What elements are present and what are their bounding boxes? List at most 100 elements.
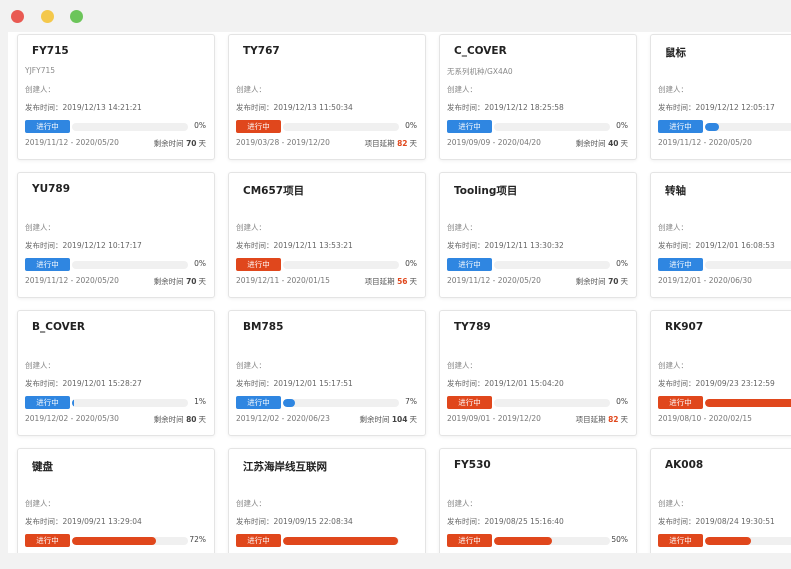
- remaining-label: 项目延期: [364, 277, 395, 286]
- published-row: 发布时间：2019/12/01 15:17:51: [236, 378, 353, 389]
- progress-track: [494, 399, 610, 407]
- project-title: C_COVER: [454, 45, 507, 57]
- published-label: 发布时间：: [447, 517, 485, 526]
- project-title: CM657项目: [243, 185, 305, 197]
- project-period: 2019/11/12 - 2020/05/20: [25, 276, 119, 285]
- creator-label: 创建人：: [25, 85, 55, 94]
- project-card[interactable]: TY789 创建人： 发布时间：2019/12/01 15:04:20 进行中 …: [439, 310, 637, 436]
- progress-track: [705, 399, 791, 407]
- project-card[interactable]: 鼠标 创建人： 发布时间：2019/12/12 12:05:17 进行中 201…: [650, 34, 791, 160]
- project-card[interactable]: TY767 创建人： 发布时间：2019/12/13 11:50:34 进行中 …: [228, 34, 426, 160]
- creator-label: 创建人：: [447, 499, 477, 508]
- remaining-days: 82: [608, 415, 619, 424]
- creator-label: 创建人：: [25, 361, 55, 370]
- project-card[interactable]: AK008 创建人： 发布时间：2019/08/24 19:30:51 进行中: [650, 448, 791, 553]
- project-title: B_COVER: [32, 321, 85, 333]
- remaining-info: 剩余时间 104 天: [359, 414, 417, 425]
- creator-label: 创建人：: [236, 223, 266, 232]
- status-badge: 进行中: [25, 258, 70, 271]
- remaining-label: 剩余时间: [153, 139, 184, 148]
- project-title: FY715: [32, 45, 69, 57]
- published-time: 2019/12/01 15:28:27: [62, 379, 142, 388]
- status-badge: 进行中: [236, 120, 281, 133]
- project-card[interactable]: FY530 创建人： 发布时间：2019/08/25 15:16:40 进行中 …: [439, 448, 637, 553]
- project-card[interactable]: 转轴 创建人： 发布时间：2019/12/01 16:08:53 进行中 201…: [650, 172, 791, 298]
- status-badge: 进行中: [236, 396, 281, 409]
- project-period: 2019/03/28 - 2019/12/20: [236, 138, 330, 147]
- progress-track: [283, 261, 399, 269]
- published-label: 发布时间：: [25, 517, 63, 526]
- progress-percent: 50%: [611, 535, 628, 544]
- progress-fill: [72, 399, 74, 407]
- project-card[interactable]: 键盘 创建人： 发布时间：2019/09/21 13:29:04 进行中 72%: [17, 448, 215, 553]
- progress-fill: [283, 399, 295, 407]
- status-badge: 进行中: [447, 258, 492, 271]
- progress-track: [494, 537, 610, 545]
- status-badge: 进行中: [658, 396, 703, 409]
- project-card[interactable]: FY715 YJFY715 创建人： 发布时间：2019/12/13 14:21…: [17, 34, 215, 160]
- published-label: 发布时间：: [25, 103, 63, 112]
- project-card[interactable]: B_COVER 创建人： 发布时间：2019/12/01 15:28:27 进行…: [17, 310, 215, 436]
- project-title: 鼠标: [665, 47, 686, 59]
- creator-label: 创建人：: [447, 361, 477, 370]
- project-card[interactable]: RK907 创建人： 发布时间：2019/09/23 23:12:59 进行中 …: [650, 310, 791, 436]
- progress-track: [72, 399, 188, 407]
- project-period: 2019/12/01 - 2020/06/30: [658, 276, 752, 285]
- published-label: 发布时间：: [658, 517, 696, 526]
- published-time: 2019/12/12 18:25:58: [484, 103, 564, 112]
- remaining-info: 项目延期 56 天: [365, 276, 417, 287]
- remaining-info: 项目延期 82 天: [576, 414, 628, 425]
- published-row: 发布时间：2019/12/12 18:25:58: [447, 102, 564, 113]
- progress-track: [72, 537, 188, 545]
- project-title: 江苏海岸线互联网: [243, 461, 327, 473]
- status-badge: 进行中: [447, 396, 492, 409]
- project-card[interactable]: YU789 创建人： 发布时间：2019/12/12 10:17:17 进行中 …: [17, 172, 215, 298]
- published-label: 发布时间：: [447, 379, 485, 388]
- maximize-window-button[interactable]: [70, 10, 83, 23]
- remaining-days: 70: [186, 139, 197, 148]
- project-card[interactable]: CM657项目 创建人： 发布时间：2019/12/11 13:53:21 进行…: [228, 172, 426, 298]
- published-label: 发布时间：: [25, 241, 63, 250]
- published-time: 2019/08/24 19:30:51: [695, 517, 775, 526]
- days-unit: 天: [409, 277, 418, 286]
- published-row: 发布时间：2019/12/13 14:21:21: [25, 102, 142, 113]
- published-label: 发布时间：: [658, 379, 696, 388]
- published-label: 发布时间：: [236, 103, 274, 112]
- project-card[interactable]: BM785 创建人： 发布时间：2019/12/01 15:17:51 进行中 …: [228, 310, 426, 436]
- status-badge: 进行中: [658, 258, 703, 271]
- project-card[interactable]: C_COVER 无系列机种/GX4A0 创建人： 发布时间：2019/12/12…: [439, 34, 637, 160]
- status-badge: 进行中: [658, 534, 703, 547]
- progress-fill: [705, 399, 791, 407]
- status-badge: 进行中: [658, 120, 703, 133]
- published-row: 发布时间：2019/08/25 15:16:40: [447, 516, 564, 527]
- published-time: 2019/08/25 15:16:40: [484, 517, 564, 526]
- progress-track: [494, 261, 610, 269]
- published-time: 2019/09/15 22:08:34: [273, 517, 353, 526]
- project-title: YU789: [32, 183, 71, 195]
- creator-label: 创建人：: [25, 499, 55, 508]
- published-row: 发布时间：2019/12/12 12:05:17: [658, 102, 775, 113]
- creator-label: 创建人：: [25, 223, 55, 232]
- status-badge: 进行中: [25, 396, 70, 409]
- published-row: 发布时间：2019/08/24 19:30:51: [658, 516, 775, 527]
- days-unit: 天: [620, 415, 629, 424]
- project-period: 2019/08/10 - 2020/02/15: [658, 414, 752, 423]
- project-title: TY767: [243, 45, 280, 57]
- close-window-button[interactable]: [11, 10, 24, 23]
- creator-label: 创建人：: [236, 361, 266, 370]
- minimize-window-button[interactable]: [41, 10, 54, 23]
- published-row: 发布时间：2019/12/11 13:53:21: [236, 240, 353, 251]
- progress-fill: [705, 537, 751, 545]
- progress-percent: 0%: [616, 259, 628, 268]
- project-period: 2019/12/02 - 2020/06/23: [236, 414, 330, 423]
- project-period: 2019/11/12 - 2020/05/20: [447, 276, 541, 285]
- progress-fill: [705, 123, 719, 131]
- published-row: 发布时间：2019/12/11 13:30:32: [447, 240, 564, 251]
- remaining-info: 项目延期 82 天: [365, 138, 417, 149]
- progress-percent: 0%: [405, 121, 417, 130]
- project-card[interactable]: 江苏海岸线互联网 创建人： 发布时间：2019/09/15 22:08:34 进…: [228, 448, 426, 553]
- remaining-label: 剩余时间: [575, 139, 606, 148]
- published-row: 发布时间：2019/12/01 16:08:53: [658, 240, 775, 251]
- published-label: 发布时间：: [25, 379, 63, 388]
- project-card[interactable]: Tooling项目 创建人： 发布时间：2019/12/11 13:30:32 …: [439, 172, 637, 298]
